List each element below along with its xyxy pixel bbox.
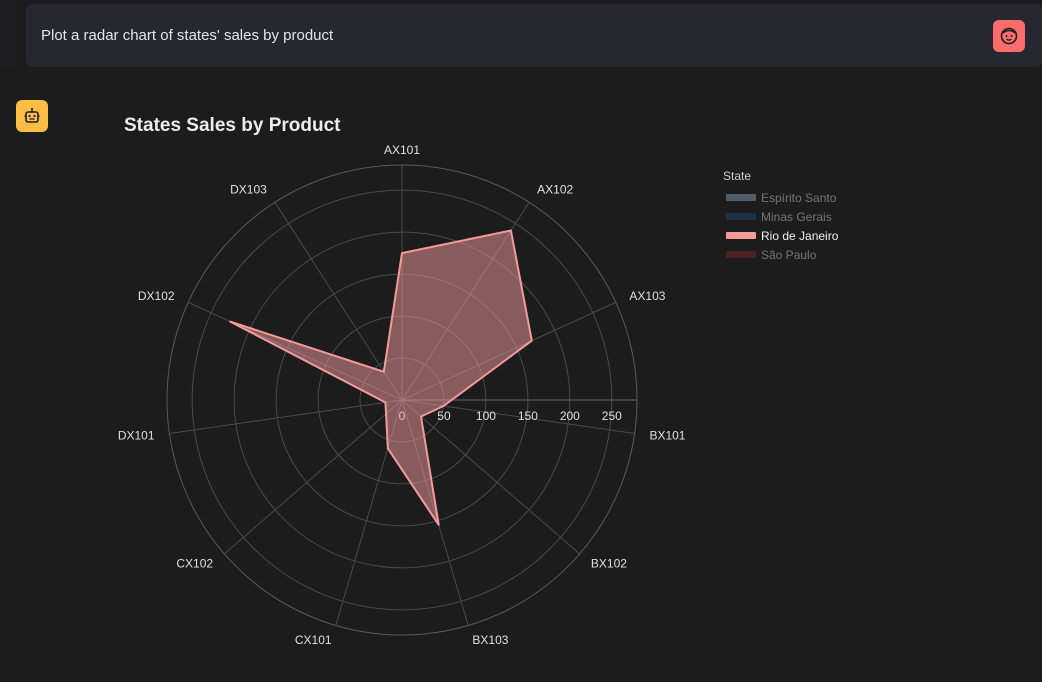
radial-tick-label: 150 [518, 409, 538, 423]
category-label: DX103 [230, 183, 267, 197]
radial-tick-label: 50 [437, 409, 451, 423]
spoke-line [224, 399, 403, 555]
radial-tick-label: 100 [476, 409, 496, 423]
legend-item[interactable]: Rio de Janeiro [723, 226, 838, 245]
legend-label: Minas Gerais [761, 209, 832, 224]
category-label: DX102 [138, 289, 175, 303]
radar-chart[interactable]: AX101 AX102 AX103 BX101 BX102 BX103 CX101 CX102… [0, 0, 1042, 682]
legend-item[interactable]: Espírito Santo [723, 188, 838, 207]
category-label: CX102 [176, 557, 213, 571]
category-label: AX102 [537, 183, 573, 197]
legend-swatch [726, 251, 756, 258]
legend-swatch [726, 232, 756, 239]
legend-swatch [726, 213, 756, 220]
legend-swatch [726, 194, 756, 201]
spoke-line [169, 399, 403, 434]
radial-tick-label: 200 [560, 409, 580, 423]
category-label: AX101 [384, 143, 420, 157]
category-label: CX101 [295, 633, 332, 647]
legend-item[interactable]: São Paulo [723, 245, 838, 264]
category-label: DX101 [118, 429, 155, 443]
chart-legend: State Espírito Santo Minas Gerais Rio de J… [723, 169, 838, 264]
category-label: BX103 [472, 633, 508, 647]
legend-label: São Paulo [761, 247, 817, 262]
category-label: BX101 [649, 429, 685, 443]
legend-label: Rio de Janeiro [761, 228, 839, 243]
legend-item[interactable]: Minas Gerais [723, 207, 838, 226]
series-area-rio-de-janeiro [229, 229, 533, 526]
radial-tick-label: 250 [602, 409, 622, 423]
category-label: BX102 [591, 557, 627, 571]
category-label: AX103 [629, 289, 665, 303]
legend-title: State [723, 169, 752, 183]
legend-label: Espírito Santo [761, 190, 837, 205]
